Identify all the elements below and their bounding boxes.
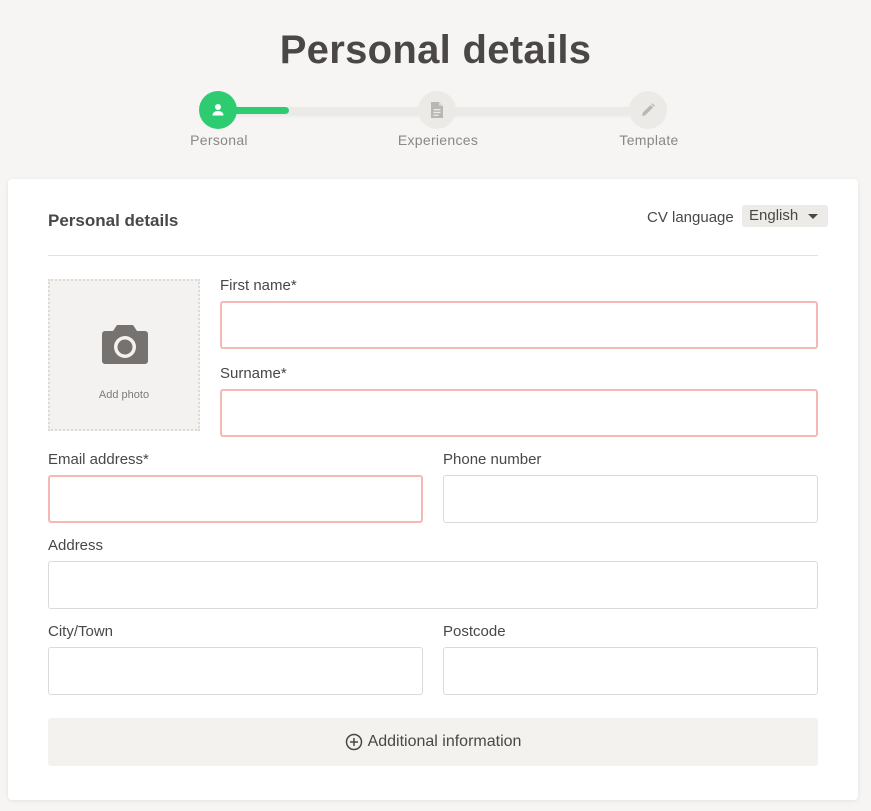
document-icon: [431, 102, 443, 118]
add-photo-label: Add photo: [98, 389, 150, 401]
caret-down-icon: [808, 214, 818, 219]
additional-information-label: Additional information: [367, 733, 522, 750]
cv-language-value: English: [749, 207, 799, 224]
plus-circle-icon: [345, 733, 362, 751]
address-input[interactable]: [48, 561, 818, 609]
email-input[interactable]: [48, 475, 423, 523]
progress-stepper: Personal Experiences Template: [0, 90, 871, 160]
divider: [48, 255, 818, 256]
camera-icon: [102, 325, 148, 364]
add-photo-button[interactable]: Add photo: [48, 279, 200, 431]
phone-label: Phone number: [443, 451, 542, 468]
person-icon: [212, 104, 224, 116]
city-label: City/Town: [48, 623, 114, 640]
step-experiences[interactable]: [418, 91, 456, 129]
postcode-label: Postcode: [443, 623, 506, 640]
step-label-experiences: Experiences: [397, 132, 479, 148]
personal-details-card: Personal details CV language English Add…: [8, 179, 858, 800]
surname-input[interactable]: [220, 389, 818, 437]
postcode-input[interactable]: [443, 647, 818, 695]
cv-language-select[interactable]: English: [742, 205, 828, 227]
step-label-personal: Personal: [190, 132, 248, 148]
email-label: Email address*: [48, 451, 149, 468]
step-personal[interactable]: [199, 91, 237, 129]
address-label: Address: [48, 537, 104, 554]
additional-information-button[interactable]: Additional information: [48, 718, 818, 766]
page-title: Personal details: [279, 28, 592, 72]
pencil-icon: [642, 103, 655, 116]
city-input[interactable]: [48, 647, 423, 695]
first-name-label: First name*: [220, 277, 297, 294]
surname-label: Surname*: [220, 365, 287, 382]
phone-input[interactable]: [443, 475, 818, 523]
cv-language-label: CV language: [647, 209, 734, 226]
step-template[interactable]: [629, 91, 667, 129]
section-title: Personal details: [48, 211, 179, 230]
step-label-template: Template: [619, 132, 679, 148]
first-name-input[interactable]: [220, 301, 818, 349]
